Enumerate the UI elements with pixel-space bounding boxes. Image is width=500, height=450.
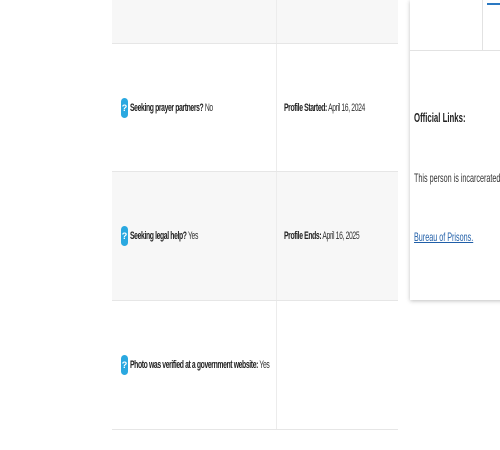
detail-value: No <box>203 101 213 114</box>
table-row: ? Seeking legal help? Yes Profile Ends: … <box>112 172 398 301</box>
help-question-icon[interactable]: ? <box>121 355 128 375</box>
detail-profile-ends: Profile Ends: April 16, 2025 <box>277 172 398 300</box>
detail-value: Yes <box>186 230 199 242</box>
detail-label: Seeking prayer partners? <box>130 101 204 114</box>
bureau-of-prisons-link[interactable]: Bureau of Prisons. <box>414 230 473 244</box>
table-cell <box>277 301 398 429</box>
detail-photo-verified: ? Photo was verified at a government web… <box>112 301 277 429</box>
official-links-heading: Official Links: <box>414 110 466 125</box>
tab-indicator <box>487 3 500 5</box>
detail-label: Photo was verified at a government websi… <box>130 359 259 371</box>
help-question-icon[interactable]: ? <box>121 226 128 246</box>
detail-value: Yes <box>258 359 270 371</box>
panel-top-box <box>410 0 500 51</box>
table-cell <box>277 0 398 43</box>
help-question-icon[interactable]: ? <box>121 97 128 118</box>
table-row: ? Seeking prayer partners? No Profile St… <box>112 44 398 172</box>
table-row: ? Photo was verified at a government web… <box>112 301 398 430</box>
official-links-panel: Official Links: This person is incarcera… <box>410 0 500 300</box>
table-row <box>112 0 398 44</box>
divider <box>482 0 483 50</box>
detail-legal-help: ? Seeking legal help? Yes <box>112 172 277 300</box>
incarceration-text: This person is incarcerated in the <box>414 171 500 185</box>
profile-details-table: ? Seeking prayer partners? No Profile St… <box>112 0 398 430</box>
detail-value: April 16, 2025 <box>321 230 360 242</box>
detail-value: April 16, 2024 <box>326 101 365 114</box>
detail-label: Profile Started: <box>284 101 327 114</box>
detail-profile-started: Profile Started: April 16, 2024 <box>277 44 398 171</box>
detail-label: Seeking legal help? <box>130 230 187 242</box>
detail-label: Profile Ends: <box>284 230 322 242</box>
table-cell <box>112 0 277 43</box>
detail-prayer-partners: ? Seeking prayer partners? No <box>112 44 277 171</box>
